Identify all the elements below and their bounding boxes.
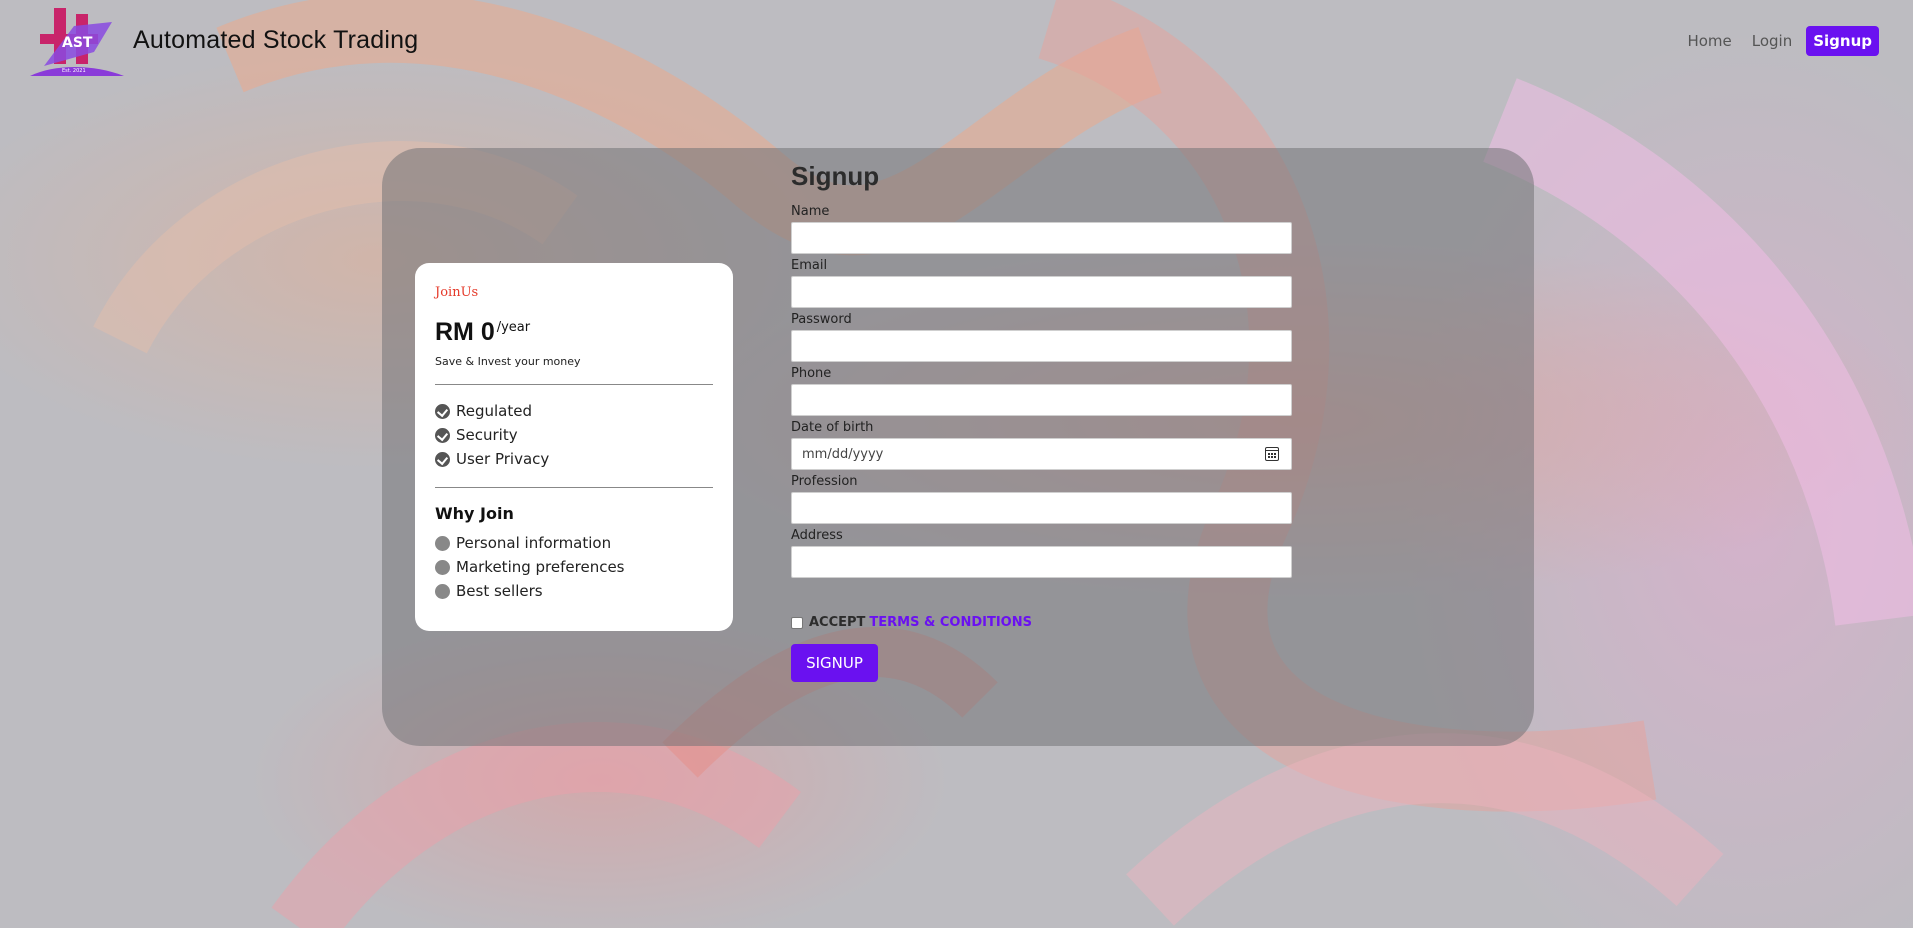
accept-label: ACCEPT [809, 615, 866, 630]
top-header: AST Est. 2021 Automated Stock Trading Ho… [0, 0, 1913, 84]
price-amount: RM 0 [435, 318, 495, 346]
dob-placeholder: mm/dd/yyyy [802, 446, 884, 462]
signup-form: Signup Name Email Password Phone Date of… [791, 160, 1292, 682]
plan-price: RM 0 /year [435, 318, 713, 347]
form-title: Signup [791, 161, 880, 191]
divider [435, 487, 713, 488]
feature-item: Regulated [435, 399, 713, 423]
reason-item: Marketing preferences [435, 555, 713, 579]
check-circle-icon [435, 403, 450, 419]
circle-icon [435, 583, 450, 599]
circle-icon [435, 535, 450, 551]
password-field[interactable] [791, 330, 1292, 362]
password-label: Password [791, 312, 852, 327]
reason-label: Best sellers [456, 582, 543, 600]
name-label: Name [791, 204, 830, 219]
why-join-title: Why Join [435, 504, 514, 523]
feature-label: Regulated [456, 402, 532, 420]
address-label: Address [791, 528, 843, 543]
profession-label: Profession [791, 474, 858, 489]
dob-label: Date of birth [791, 420, 874, 435]
nav-home[interactable]: Home [1679, 26, 1739, 56]
signup-button[interactable]: SIGNUP [791, 644, 878, 682]
logo-icon[interactable]: AST Est. 2021 [24, 4, 128, 78]
calendar-icon[interactable] [1265, 447, 1279, 461]
reason-item: Best sellers [435, 579, 713, 603]
nav-signup[interactable]: Signup [1806, 26, 1879, 56]
svg-text:AST: AST [62, 35, 93, 51]
terms-link[interactable]: TERMS & CONDITIONS [869, 615, 1032, 630]
reason-label: Personal information [456, 534, 612, 552]
svg-text:Est. 2021: Est. 2021 [62, 68, 86, 74]
profession-field[interactable] [791, 492, 1292, 524]
pricing-card: JoinUs RM 0 /year Save & Invest your mon… [415, 263, 733, 631]
nav-login[interactable]: Login [1744, 26, 1800, 56]
address-field[interactable] [791, 546, 1292, 578]
dob-field[interactable]: mm/dd/yyyy [791, 438, 1292, 470]
feature-item: Security [435, 423, 713, 447]
email-field[interactable] [791, 276, 1292, 308]
feature-label: User Privacy [456, 450, 550, 468]
price-period: /year [496, 320, 531, 335]
reason-label: Marketing preferences [456, 558, 625, 576]
circle-icon [435, 559, 450, 575]
brand-title[interactable]: Automated Stock Trading [133, 26, 418, 55]
reason-list: Personal information Marketing preferenc… [435, 531, 713, 603]
feature-item: User Privacy [435, 447, 713, 471]
check-circle-icon [435, 451, 450, 467]
reason-item: Personal information [435, 531, 713, 555]
email-label: Email [791, 258, 828, 273]
main-nav: Home Login Signup [1675, 26, 1879, 56]
phone-label: Phone [791, 366, 832, 381]
divider [435, 384, 713, 385]
terms-row: ACCEPT TERMS & CONDITIONS [791, 615, 1292, 630]
plan-subtitle: Save & Invest your money [435, 355, 581, 368]
phone-field[interactable] [791, 384, 1292, 416]
terms-checkbox[interactable] [791, 616, 803, 629]
check-circle-icon [435, 427, 450, 443]
name-field[interactable] [791, 222, 1292, 254]
feature-label: Security [456, 426, 518, 444]
plan-tag: JoinUs [435, 285, 479, 300]
feature-list: Regulated Security User Privacy [435, 399, 713, 471]
